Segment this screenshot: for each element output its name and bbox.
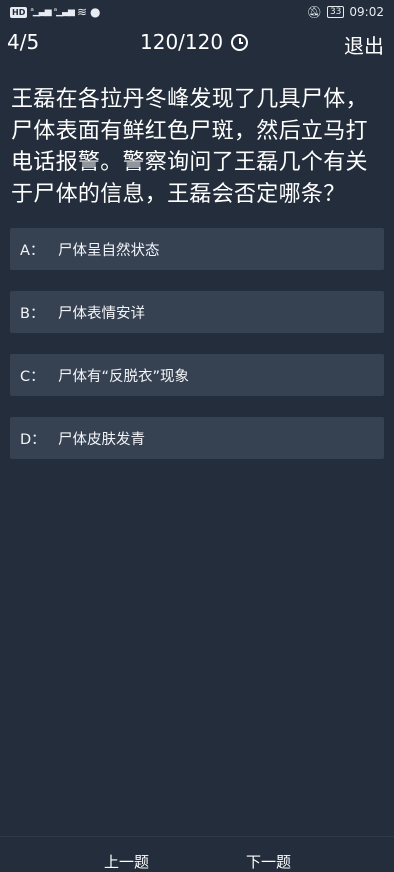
wechat-icon: ●: [90, 5, 101, 19]
hd-icon: HD: [10, 6, 28, 18]
silent-icon: 🔕︎: [306, 5, 322, 19]
quiz-header: 4/5 120/120 退出: [0, 26, 394, 60]
option-d[interactable]: D： 尸体皮肤发青: [10, 417, 384, 459]
option-key: D：: [20, 431, 46, 448]
status-time: 09:02: [349, 5, 384, 19]
option-text: 尸体皮肤发青: [58, 431, 145, 448]
option-a[interactable]: A： 尸体呈自然状态: [10, 228, 384, 270]
exit-button[interactable]: 退出: [344, 30, 384, 59]
quiz-footer: 上一题 下一题: [0, 836, 394, 871]
timer: 120/120: [140, 30, 249, 54]
option-key: C：: [20, 368, 45, 385]
next-question-button[interactable]: 下一题: [246, 851, 291, 872]
signal-icon: ᵃ▁▃▅: [53, 7, 75, 17]
prev-question-button[interactable]: 上一题: [104, 851, 149, 872]
wifi-icon: ≋: [76, 5, 87, 19]
option-key: A：: [20, 242, 45, 259]
option-b[interactable]: B： 尸体表情安详: [10, 291, 384, 333]
signal-icon: ᵃ▁▃▅: [30, 7, 51, 17]
battery-icon: 33: [326, 6, 345, 18]
timer-text: 120/120: [140, 30, 224, 54]
status-bar: HD ᵃ▁▃▅ ᵃ▁▃▅ ≋ ● 🔕︎ 33 09:02: [0, 0, 394, 26]
question-progress: 4/5: [7, 30, 40, 54]
status-bar-right: 🔕︎ 33 09:02: [307, 5, 384, 19]
option-c[interactable]: C： 尸体有“反脱衣”现象: [10, 354, 384, 396]
option-key: B：: [20, 305, 45, 322]
clock-icon: [231, 33, 249, 51]
option-text: 尸体呈自然状态: [58, 242, 160, 259]
option-text: 尸体有“反脱衣”现象: [58, 368, 190, 385]
option-text: 尸体表情安详: [58, 305, 145, 322]
question-text: 王磊在各拉丹冬峰发现了几具尸体，尸体表面有鲜红色尸斑，然后立马打电话报警。警察询…: [11, 87, 368, 207]
status-bar-left: HD ᵃ▁▃▅ ᵃ▁▃▅ ≋ ●: [10, 5, 100, 19]
